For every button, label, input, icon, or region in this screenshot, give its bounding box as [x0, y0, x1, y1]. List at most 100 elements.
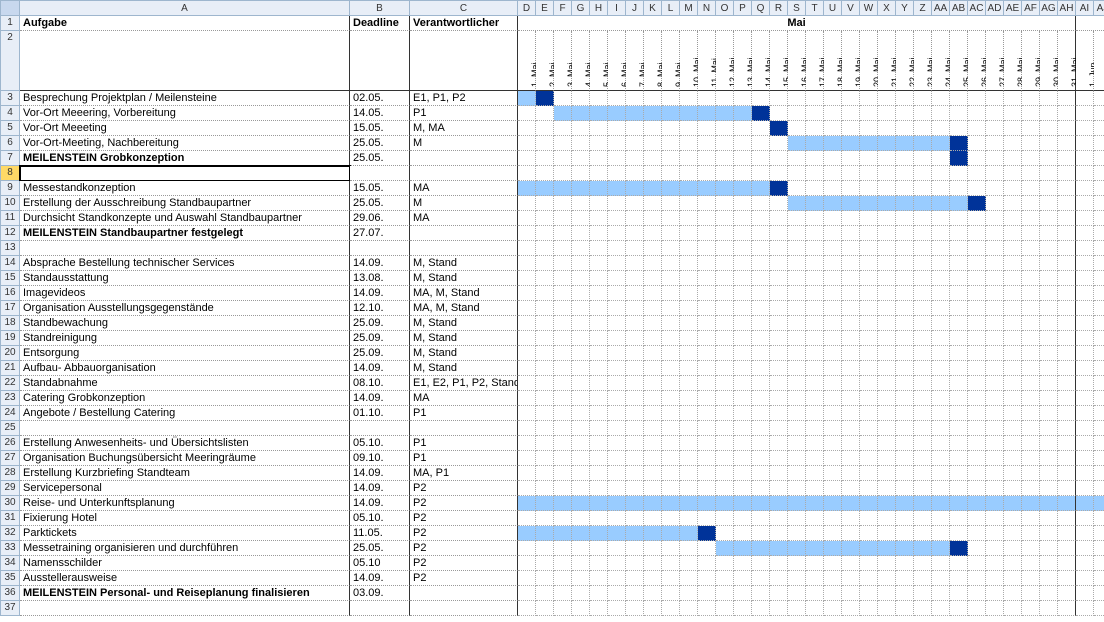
- gantt-cell[interactable]: [1004, 406, 1022, 421]
- gantt-cell[interactable]: [950, 151, 968, 166]
- responsible-cell[interactable]: M, Stand: [410, 256, 518, 271]
- gantt-cell[interactable]: [518, 151, 536, 166]
- gantt-cell[interactable]: [860, 346, 878, 361]
- responsible-cell[interactable]: [410, 151, 518, 166]
- gantt-cell[interactable]: [1076, 601, 1094, 616]
- gantt-cell[interactable]: [968, 196, 986, 211]
- gantt-cell[interactable]: [554, 121, 572, 136]
- col-header-B[interactable]: B: [350, 0, 410, 16]
- gantt-cell[interactable]: [680, 316, 698, 331]
- gantt-cell[interactable]: [1004, 376, 1022, 391]
- gantt-cell[interactable]: [716, 181, 734, 196]
- gantt-cell[interactable]: [914, 241, 932, 256]
- gantt-cell[interactable]: [716, 91, 734, 106]
- gantt-cell[interactable]: [734, 496, 752, 511]
- gantt-cell[interactable]: [1058, 541, 1076, 556]
- gantt-cell[interactable]: [1022, 91, 1040, 106]
- task-cell[interactable]: Angebote / Bestellung Catering: [20, 406, 350, 421]
- gantt-cell[interactable]: [842, 256, 860, 271]
- gantt-cell[interactable]: [572, 286, 590, 301]
- gantt-cell[interactable]: [626, 241, 644, 256]
- gantt-cell[interactable]: [716, 376, 734, 391]
- gantt-cell[interactable]: [806, 316, 824, 331]
- gantt-cell[interactable]: [554, 256, 572, 271]
- gantt-cell[interactable]: [986, 106, 1004, 121]
- gantt-cell[interactable]: [680, 541, 698, 556]
- gantt-cell[interactable]: [1022, 121, 1040, 136]
- gantt-cell[interactable]: [680, 496, 698, 511]
- gantt-cell[interactable]: [1094, 271, 1104, 286]
- gantt-cell[interactable]: [626, 166, 644, 181]
- gantt-cell[interactable]: [554, 361, 572, 376]
- gantt-cell[interactable]: [662, 256, 680, 271]
- gantt-cell[interactable]: [1022, 151, 1040, 166]
- gantt-cell[interactable]: [950, 511, 968, 526]
- row-header-15[interactable]: 15: [0, 271, 20, 286]
- gantt-cell[interactable]: [680, 301, 698, 316]
- row-header-18[interactable]: 18: [0, 316, 20, 331]
- gantt-cell[interactable]: [788, 301, 806, 316]
- gantt-cell[interactable]: [806, 241, 824, 256]
- gantt-cell[interactable]: [536, 496, 554, 511]
- gantt-cell[interactable]: [662, 196, 680, 211]
- gantt-cell[interactable]: [608, 256, 626, 271]
- gantt-cell[interactable]: [536, 91, 554, 106]
- gantt-cell[interactable]: [626, 406, 644, 421]
- gantt-cell[interactable]: [824, 466, 842, 481]
- gantt-cell[interactable]: [752, 571, 770, 586]
- gantt-cell[interactable]: [662, 406, 680, 421]
- gantt-cell[interactable]: [608, 286, 626, 301]
- gantt-cell[interactable]: [806, 451, 824, 466]
- gantt-cell[interactable]: [1022, 361, 1040, 376]
- task-cell[interactable]: Aufbau- Abbauorganisation: [20, 361, 350, 376]
- gantt-cell[interactable]: [734, 451, 752, 466]
- gantt-cell[interactable]: [824, 571, 842, 586]
- gantt-cell[interactable]: [590, 376, 608, 391]
- gantt-cell[interactable]: [770, 256, 788, 271]
- gantt-cell[interactable]: [878, 166, 896, 181]
- gantt-cell[interactable]: [608, 406, 626, 421]
- gantt-cell[interactable]: [788, 256, 806, 271]
- gantt-cell[interactable]: [536, 226, 554, 241]
- gantt-cell[interactable]: [716, 361, 734, 376]
- gantt-cell[interactable]: [968, 556, 986, 571]
- gantt-cell[interactable]: [986, 331, 1004, 346]
- gantt-cell[interactable]: [1040, 466, 1058, 481]
- gantt-cell[interactable]: [608, 166, 626, 181]
- gantt-cell[interactable]: [1094, 346, 1104, 361]
- gantt-cell[interactable]: [860, 331, 878, 346]
- gantt-cell[interactable]: [554, 226, 572, 241]
- responsible-cell[interactable]: M, Stand: [410, 316, 518, 331]
- gantt-cell[interactable]: [788, 106, 806, 121]
- gantt-cell[interactable]: [716, 331, 734, 346]
- gantt-cell[interactable]: [1040, 196, 1058, 211]
- gantt-cell[interactable]: [806, 226, 824, 241]
- gantt-cell[interactable]: [518, 466, 536, 481]
- gantt-cell[interactable]: [968, 376, 986, 391]
- gantt-cell[interactable]: [932, 331, 950, 346]
- gantt-cell[interactable]: [770, 526, 788, 541]
- gantt-cell[interactable]: [806, 331, 824, 346]
- gantt-cell[interactable]: [626, 181, 644, 196]
- gantt-cell[interactable]: [968, 136, 986, 151]
- gantt-cell[interactable]: [1004, 451, 1022, 466]
- gantt-cell[interactable]: [986, 526, 1004, 541]
- gantt-cell[interactable]: [932, 241, 950, 256]
- gantt-cell[interactable]: [518, 361, 536, 376]
- gantt-cell[interactable]: [788, 586, 806, 601]
- gantt-cell[interactable]: [788, 496, 806, 511]
- gantt-cell[interactable]: [986, 601, 1004, 616]
- gantt-cell[interactable]: [968, 316, 986, 331]
- gantt-cell[interactable]: [932, 151, 950, 166]
- gantt-cell[interactable]: [572, 121, 590, 136]
- gantt-cell[interactable]: [554, 451, 572, 466]
- gantt-cell[interactable]: [608, 346, 626, 361]
- gantt-cell[interactable]: [824, 346, 842, 361]
- gantt-cell[interactable]: [626, 151, 644, 166]
- gantt-cell[interactable]: [680, 451, 698, 466]
- gantt-cell[interactable]: [986, 271, 1004, 286]
- gantt-cell[interactable]: [644, 166, 662, 181]
- gantt-cell[interactable]: [896, 256, 914, 271]
- row-header-34[interactable]: 34: [0, 556, 20, 571]
- gantt-cell[interactable]: [716, 346, 734, 361]
